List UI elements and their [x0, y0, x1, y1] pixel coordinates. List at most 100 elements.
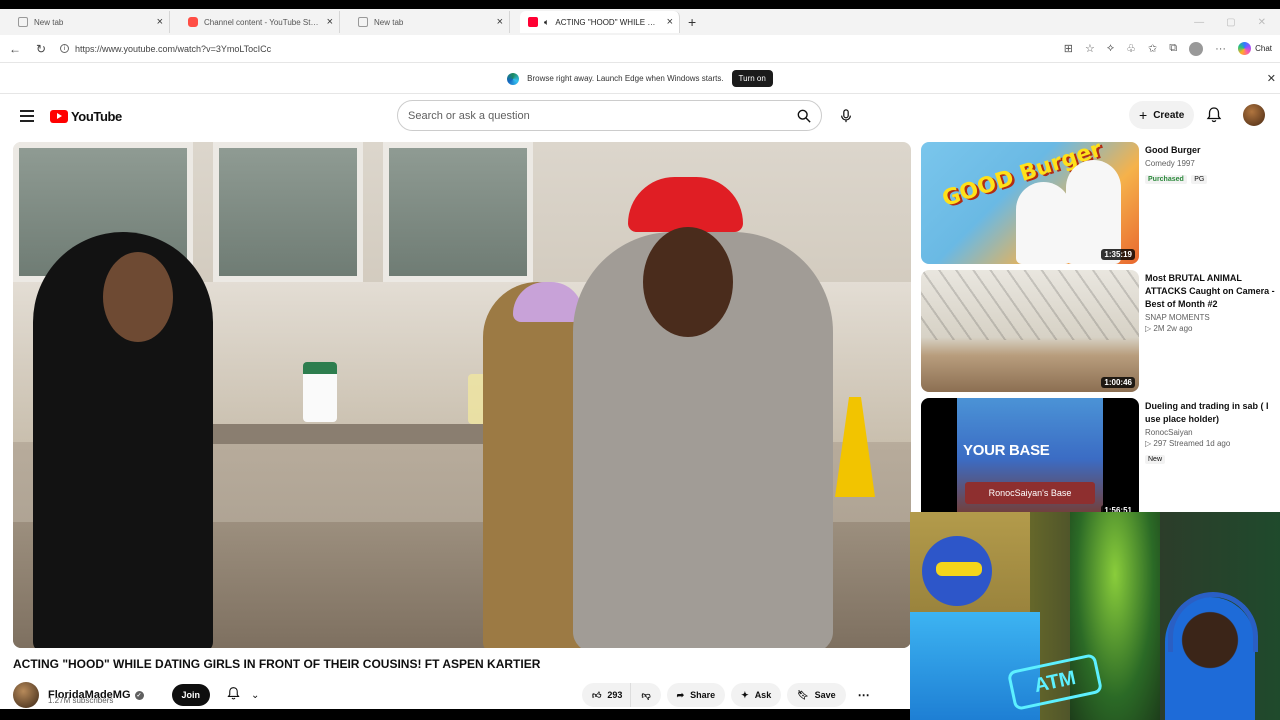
window-close-icon[interactable]: ✕: [1258, 17, 1266, 28]
save-label: Save: [814, 690, 836, 700]
refresh-icon[interactable]: ↻: [34, 42, 48, 56]
profile-avatar[interactable]: [1189, 41, 1204, 56]
duration-badge: 1:35:19: [1101, 249, 1135, 260]
save-button[interactable]: 🔖︎ Save: [787, 683, 846, 707]
verified-check-icon: ✓: [134, 690, 144, 700]
sparkle-icon: ✦: [741, 689, 749, 700]
thumbnail-text: YOUR BASE: [963, 442, 1050, 459]
site-info-icon[interactable]: i: [60, 44, 69, 53]
collections-icon[interactable]: ⧉: [1169, 42, 1177, 55]
channel-avatar[interactable]: [13, 682, 39, 708]
minimize-icon[interactable]: —: [1194, 17, 1204, 28]
recommendation-item[interactable]: YOUR BASE RonocSaiyan's Base 1:56:51 Due…: [921, 398, 1276, 520]
page-icon: [358, 17, 368, 27]
share-button[interactable]: ➦ Share: [666, 683, 726, 707]
account-avatar[interactable]: [1243, 104, 1265, 126]
new-tab-button[interactable]: +: [688, 14, 696, 30]
man-red-hat-figure: [573, 177, 833, 648]
browser-toolbar: ⊞ ☆ ⟡ ♧ ✩ ⧉ ··· Chat: [1064, 41, 1272, 56]
chevron-down-icon: ⌄: [251, 689, 260, 701]
startup-infobar: Browse right away. Launch Edge when Wind…: [0, 64, 1280, 94]
ask-label: Ask: [754, 690, 772, 700]
split-screen-icon[interactable]: ⊞: [1064, 42, 1073, 55]
menu-icon[interactable]: [20, 110, 34, 122]
subscribe-bell-button[interactable]: ⌄: [218, 684, 267, 706]
url-text: https://www.youtube.com/watch?v=3YmoLToc…: [75, 43, 272, 54]
recommendation-title[interactable]: Good Burger: [1145, 144, 1275, 157]
window-controls: — ▢ ✕: [1194, 17, 1280, 28]
thumbnail[interactable]: YOUR BASE RonocSaiyan's Base 1:56:51: [921, 398, 1139, 520]
bell-icon: [226, 686, 241, 704]
create-button[interactable]: + Create: [1129, 101, 1195, 129]
green-cup: [303, 362, 337, 422]
youtube-studio-icon: [188, 17, 198, 27]
thumbnail-text: RonocSaiyan's Base: [965, 482, 1095, 504]
recommendation-item[interactable]: 1:00:46 Most BRUTAL ANIMAL ATTACKS Caugh…: [921, 270, 1276, 392]
browser-tab-strip: New tab × Channel content - YouTube Stud…: [0, 9, 1280, 35]
headset: [1168, 592, 1258, 652]
video-actions: 👍︎ 293 👎︎ ➦ Share ✦ Ask 🔖︎ Save ⋯: [582, 683, 876, 707]
thumbnail[interactable]: GOOD Burger 1:35:19: [921, 142, 1139, 264]
recommendation-item[interactable]: GOOD Burger 1:35:19 Good Burger Comedy 1…: [921, 142, 1276, 264]
browser-essentials-icon[interactable]: ♧: [1126, 42, 1136, 55]
join-button[interactable]: Join: [171, 684, 211, 706]
more-actions-icon[interactable]: ⋯: [852, 683, 876, 707]
youtube-logo[interactable]: YouTube: [50, 109, 122, 124]
copilot-label: Chat: [1255, 44, 1272, 53]
back-arrow-icon[interactable]: ←: [8, 42, 22, 56]
notifications-bell-icon[interactable]: [1205, 106, 1223, 124]
rating-badge: PG: [1191, 175, 1208, 184]
tab-new-tab-1[interactable]: New tab ×: [10, 11, 170, 33]
bookmark-icon: 🔖︎: [797, 689, 809, 700]
favorites-icon[interactable]: ✩: [1148, 42, 1157, 55]
recommendation-channel: SNAP MOMENTS: [1145, 313, 1210, 322]
maximize-icon[interactable]: ▢: [1226, 17, 1235, 28]
address-bar-row: ← ↻ i https://www.youtube.com/watch?v=3Y…: [0, 35, 1280, 63]
recommendation-title[interactable]: Most BRUTAL ANIMAL ATTACKS Caught on Cam…: [1145, 272, 1275, 311]
microphone-icon[interactable]: [833, 103, 859, 129]
tab-label: ACTING "HOOD" WHILE DATI: [555, 17, 661, 27]
search-input[interactable]: Search or ask a question: [397, 100, 822, 131]
woman-figure: [33, 232, 213, 648]
share-label: Share: [690, 690, 716, 700]
thumbs-down-icon: 👎︎: [641, 689, 651, 700]
tab-new-tab-2[interactable]: New tab ×: [350, 11, 510, 33]
search-placeholder: Search or ask a question: [408, 109, 530, 122]
youtube-icon: [528, 17, 538, 27]
url-field[interactable]: i https://www.youtube.com/watch?v=3YmoLT…: [60, 39, 1052, 59]
tab-label: New tab: [374, 17, 404, 27]
thumbnail[interactable]: 1:00:46: [921, 270, 1139, 392]
copilot-icon: [1238, 42, 1252, 55]
youtube-logo-text: YouTube: [71, 108, 122, 124]
like-count: 293: [607, 690, 623, 700]
extensions-icon[interactable]: ⟡: [1107, 42, 1114, 55]
favorite-star-icon[interactable]: ☆: [1085, 42, 1095, 55]
ask-button[interactable]: ✦ Ask: [731, 683, 782, 707]
tab-youtube-video[interactable]: 🔈︎ ACTING "HOOD" WHILE DATI ×: [520, 11, 680, 33]
new-badge: New: [1145, 455, 1166, 464]
close-icon[interactable]: ×: [497, 16, 503, 28]
background-window: [383, 142, 533, 282]
dislike-button[interactable]: 👎︎: [630, 683, 661, 707]
page-icon: [18, 17, 28, 27]
recommendation-channel: Comedy 1997: [1145, 159, 1195, 168]
thumbs-up-icon: 👍︎: [592, 689, 602, 700]
turn-on-button[interactable]: Turn on: [731, 70, 773, 87]
search-icon[interactable]: [791, 103, 817, 129]
youtube-header: YouTube Search or ask a question + Creat…: [0, 95, 1280, 137]
youtube-play-icon: [50, 109, 68, 123]
video-player[interactable]: [13, 142, 911, 648]
recommendation-title[interactable]: Dueling and trading in sab ( I use place…: [1145, 400, 1275, 426]
more-menu-icon[interactable]: ···: [1215, 43, 1226, 55]
duration-badge: 1:00:46: [1101, 377, 1135, 388]
close-icon[interactable]: ✕: [1267, 72, 1276, 85]
screen-top-edge: [0, 0, 1280, 9]
close-icon[interactable]: ×: [157, 16, 163, 28]
speaker-icon[interactable]: 🔈︎: [544, 17, 549, 28]
copilot-button[interactable]: Chat: [1238, 42, 1272, 55]
webcam-overlay: ATM: [910, 512, 1280, 720]
tab-youtube-studio[interactable]: Channel content - YouTube Studio ×: [180, 11, 340, 33]
close-icon[interactable]: ×: [327, 16, 333, 28]
like-button[interactable]: 👍︎ 293: [582, 683, 631, 707]
close-icon[interactable]: ×: [667, 16, 673, 28]
